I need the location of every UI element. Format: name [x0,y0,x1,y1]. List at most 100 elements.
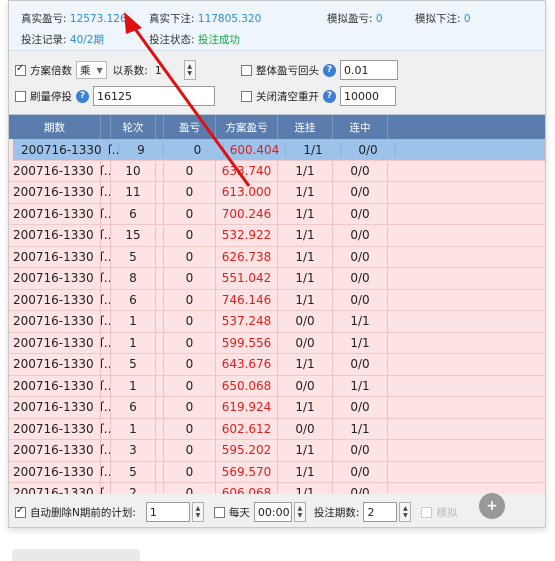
table-row[interactable]: 200716-1330ſ..50569.5701/10/0 [9,461,545,483]
table-row[interactable]: 200716-1330ſ..20606.0681/10/0 [9,483,545,494]
col-plan-profit[interactable]: 方案盈亏 [216,115,278,139]
filler-cell [388,204,545,225]
lian-zhong-cell: 0/0 [333,397,388,418]
round-cell: 1 [111,332,156,353]
overall-row: 整体盈亏回头 ? 0.01 [241,59,398,81]
table-row[interactable]: 200716-1330ſ..10537.2480/01/1 [9,311,545,333]
lian-gua-cell: 1/1 [278,203,333,224]
trunc-cell: ſ.. [101,440,111,461]
daily-checkbox[interactable] [213,506,225,518]
period-cell: 200716-1330 [9,203,101,224]
close-row: 关闭清空重开 ? 10000 [241,85,396,107]
table-row[interactable]: 200716-1330ſ..90600.4041/10/0 [13,139,545,161]
plan-profit-cell: 606.068 [216,483,278,494]
help-icon[interactable]: ? [323,89,336,103]
help-icon[interactable]: ? [76,89,89,103]
lian-zhong-cell: 1/1 [333,332,388,353]
lian-zhong-cell: 0/0 [333,461,388,482]
lian-zhong-cell: 0/0 [333,289,388,310]
plan-profit-cell: 650.068 [216,375,278,396]
lian-gua-cell: 1/1 [278,268,333,289]
profit-cell: 0 [172,142,224,157]
table-row[interactable]: 200716-1330ſ..60619.9241/10/0 [9,397,545,419]
daily-time-input[interactable]: 00:00 [253,502,292,522]
col-profit[interactable]: 盈亏 [164,115,216,139]
profit-cell: 0 [164,160,216,181]
trunc-cell: ſ.. [109,142,119,157]
filler-cell [388,376,545,397]
bet-periods-spinner[interactable]: ▲ ▼ [399,502,412,522]
multiplier-checkbox[interactable] [15,63,26,76]
filler-cell [388,440,545,461]
sim-checkbox[interactable] [421,506,433,518]
table-row[interactable]: 200716-1330ſ..50643.6761/10/0 [9,354,545,376]
lian-zhong-cell: 1/1 [333,375,388,396]
real-bet-label: 真实下注: [149,13,195,25]
lian-gua-cell: 0/0 [278,375,333,396]
real-profit-value: 12573.126 [69,13,127,25]
lian-zhong-cell: 0/0 [341,142,396,157]
close-checkbox[interactable] [241,90,252,102]
table-row[interactable]: 200716-1330ſ..10 0633.7401/10/0 [9,160,545,182]
col-round[interactable]: 轮次 [111,115,156,139]
bet-periods-input[interactable]: 2 [363,502,398,522]
trunc-cell: ſ.. [101,375,111,396]
col-lian-gua[interactable]: 连挂 [278,115,333,139]
col-lian-zhong[interactable]: 连中 [333,115,388,139]
trunc-cell: ſ.. [101,461,111,482]
stop-input[interactable]: 16125 [93,86,215,106]
profit-cell: 0 [164,483,216,494]
filler-cell [388,247,545,268]
round-cell: 5 [111,354,156,375]
help-icon[interactable]: ? [323,63,336,77]
period-cell: 200716-1330 [9,440,101,461]
lian-gua-cell: 1/1 [278,354,333,375]
period-cell: 200716-1330 [9,375,101,396]
coef-spinner[interactable]: ▲ ▼ [183,60,196,80]
table-row[interactable]: 200716-1330ſ..80551.0421/10/0 [9,268,545,290]
table-row[interactable]: 200716-1330ſ..10599.5560/01/1 [9,332,545,354]
round-cell: 2 [111,483,156,494]
lian-gua-cell: 1/1 [278,440,333,461]
plan-profit-cell: 532.922 [216,225,278,246]
stop-checkbox[interactable] [15,90,26,102]
daily-label: 每天 [228,506,250,519]
table-row[interactable]: 200716-1330ſ..15 0532.9221/10/0 [9,225,545,247]
round-cell: 5 [111,246,156,267]
lian-gua-cell: 1/1 [278,289,333,310]
daily-time-spinner[interactable]: ▲ ▼ [293,502,306,522]
close-input[interactable]: 10000 [340,86,396,106]
overall-checkbox[interactable] [241,64,252,76]
multiplier-op-select[interactable]: 乘 ▼ [76,61,107,79]
trunc-cell: ſ.. [101,311,111,332]
period-cell: 200716-1330 [9,289,101,310]
filler-cell [388,311,545,332]
filler-cell [388,419,545,440]
close-label: 关闭清空重开 [256,90,319,103]
period-cell: 200716-1330 [9,225,101,246]
auto-delete-input[interactable]: 1 [145,502,190,522]
coef-label: 以系数: [112,64,148,77]
auto-delete-spinner[interactable]: ▲ ▼ [191,502,204,522]
table-row[interactable]: 200716-1330ſ..60700.2461/10/0 [9,203,545,225]
table-row[interactable]: 200716-1330ſ..50626.7381/10/0 [9,246,545,268]
spacer-cell [156,203,164,224]
profit-cell: 0 [164,225,216,246]
overall-input[interactable]: 0.01 [340,60,398,80]
period-cell: 200716-1330 [9,311,101,332]
col-period[interactable]: 期数 [9,115,101,139]
table-row[interactable]: 200716-1330ſ..11 0613.0001/10/0 [9,182,545,204]
status-label: 投注状态: [149,34,195,46]
table-row[interactable]: 200716-1330ſ..10602.6120/01/1 [9,418,545,440]
profit-cell: 0 [164,182,216,203]
zoom-in-icon[interactable]: + [479,493,505,519]
auto-delete-checkbox[interactable] [15,505,26,518]
period-cell: 200716-1330 [9,397,101,418]
coef-input[interactable]: 1 [152,60,182,80]
grid-header: 期数 轮次 盈亏 方案盈亏 连挂 连中 [9,115,545,139]
table-row[interactable]: 200716-1330ſ..30595.2021/10/0 [9,440,545,462]
trunc-cell: ſ.. [101,246,111,267]
table-row[interactable]: 200716-1330ſ..10650.0680/01/1 [9,375,545,397]
table-row[interactable]: 200716-1330ſ..60746.1461/10/0 [9,289,545,311]
controls-panel: 方案倍数 乘 ▼ 以系数: 1 ▲▼ 整体盈亏回头 ? 0.01 刷量停投 ? … [9,55,545,111]
